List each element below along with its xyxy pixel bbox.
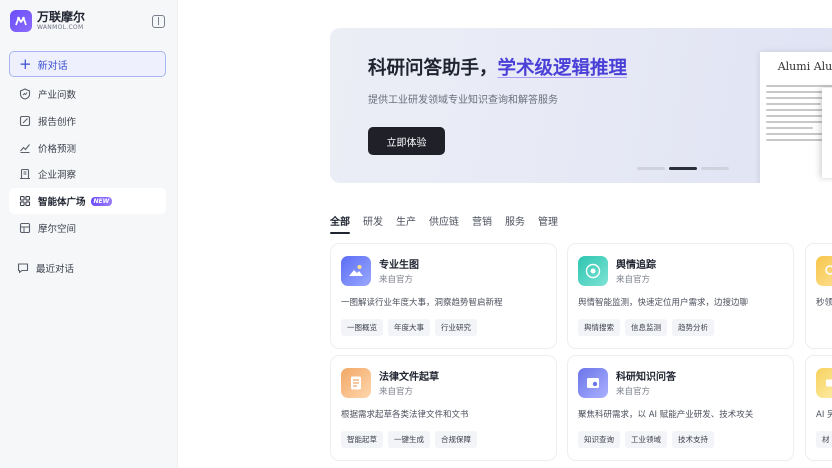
legal-document-icon: [341, 368, 371, 398]
sidebar-item-report[interactable]: 报告创作: [9, 108, 166, 134]
brand-name: 万联摩尔: [37, 10, 86, 24]
card-source: 来自官方: [379, 387, 414, 397]
card-tag: 一图概览: [341, 319, 383, 336]
chat-history-icon: [16, 261, 30, 275]
new-chat-label: 新对话: [37, 60, 68, 72]
carousel-dots: [637, 167, 729, 170]
card-tag: 行业研究: [435, 319, 477, 336]
brand[interactable]: 万联摩尔 WANMOL.COM: [10, 10, 85, 32]
card-tag: 技术支持: [672, 431, 714, 448]
card-title: 法律文件起草: [379, 372, 439, 383]
sidebar-item-label: 智能体广场: [38, 197, 86, 209]
banner-title: 科研问答助手，学术级逻辑推理: [368, 58, 628, 79]
sidebar-nav: 产业问数 报告创作 价格预测 企业洞察 智能体广场 NEW 摩尔空间: [9, 81, 166, 242]
sidebar-item-enterprise-insight[interactable]: 企业洞察: [9, 161, 166, 187]
sidebar-item-label: 摩尔空间: [38, 223, 77, 235]
edit-icon: [18, 114, 32, 128]
carousel-dot[interactable]: [637, 167, 665, 170]
sidebar-item-label: 报告创作: [38, 116, 77, 128]
building-icon: [18, 167, 32, 181]
chart-shield-icon: [18, 87, 32, 101]
card-description: 一图解读行业年度大事，洞察趋势智启新程: [341, 298, 503, 308]
card-tag: 工业领域: [625, 431, 667, 448]
trend-icon: [18, 141, 32, 155]
card-title: 专业生图: [379, 260, 419, 271]
card-tag: 材: [816, 431, 832, 448]
card-description: 根据需求起草各类法律文件和文书: [341, 410, 469, 420]
carousel-dot-active[interactable]: [669, 167, 697, 170]
card-description: AI 另: [816, 410, 832, 420]
card-title: 舆情追踪: [616, 260, 656, 271]
card-tag: 合规保障: [435, 431, 477, 448]
sidebar-item-label: 企业洞察: [38, 170, 77, 182]
sidebar: 万联摩尔 WANMOL.COM + 新对话 产业问数 报告创作 价格预测 企业洞…: [0, 0, 178, 468]
research-book-icon: [578, 368, 608, 398]
paper-title: Alumi Alu: [777, 60, 832, 73]
agent-card-partial-2[interactable]: AI 另 材: [805, 355, 832, 461]
search-agent-icon: [816, 256, 832, 286]
tab-all[interactable]: 全部: [330, 213, 350, 234]
agent-card-legal[interactable]: 法律文件起草 来自官方 根据需求起草各类法律文件和文书 智能起草 一键生成 合规…: [330, 355, 557, 461]
agent-card-sentiment[interactable]: 舆情追踪 来自官方 舆情智能监测，快速定位用户需求，边搜边聊 舆情搜索 信息监测…: [567, 243, 794, 349]
card-tag: 知识查询: [578, 431, 620, 448]
card-source: 来自官方: [616, 387, 651, 397]
sentiment-radar-icon: [578, 256, 608, 286]
grid-icon: [18, 194, 32, 208]
category-tabs: 全部 研发 生产 供应链 营销 服务 管理: [330, 213, 571, 234]
card-tag: 智能起草: [341, 431, 383, 448]
new-chat-button[interactable]: + 新对话: [9, 51, 166, 77]
try-now-button[interactable]: 立即体验: [368, 127, 445, 155]
card-tag: 年度大事: [388, 319, 430, 336]
card-source: 来自官方: [616, 275, 651, 285]
card-tag: 舆情搜索: [578, 319, 620, 336]
brand-subtitle: WANMOL.COM: [37, 24, 84, 31]
sidebar-item-mole-space[interactable]: 摩尔空间: [9, 215, 166, 241]
plus-icon: +: [19, 54, 32, 73]
carousel-dot[interactable]: [701, 167, 729, 170]
banner-title-highlight: 学术级逻辑推理: [497, 58, 628, 79]
sidebar-item-agent-plaza[interactable]: 智能体广场 NEW: [9, 188, 166, 215]
sidebar-item-label: 产业问数: [38, 90, 77, 101]
card-source: 来自官方: [379, 275, 414, 285]
brand-logo-icon: [10, 10, 32, 32]
tab-service[interactable]: 服务: [505, 213, 525, 234]
tab-marketing[interactable]: 营销: [472, 213, 492, 234]
sidebar-collapse-icon[interactable]: [152, 15, 165, 28]
image-gen-icon: [341, 256, 371, 286]
card-tag: 一键生成: [388, 431, 430, 448]
folder-icon: [18, 221, 32, 235]
paper-preview-second: [822, 88, 832, 178]
agent-card-research-qa[interactable]: 科研知识问答 来自官方 聚焦科研需求，以 AI 赋能产业研发、技术攻关 知识查询…: [567, 355, 794, 461]
agent-card-image-gen[interactable]: 专业生图 来自官方 一图解读行业年度大事，洞察趋势智启新程 一图概览 年度大事 …: [330, 243, 557, 349]
tab-production[interactable]: 生产: [396, 213, 416, 234]
sidebar-item-price-forecast[interactable]: 价格预测: [9, 135, 166, 161]
card-tag: 趋势分析: [672, 319, 714, 336]
banner-subtitle: 提供工业研发领域专业知识查询和解答服务: [368, 95, 558, 106]
card-description: 秒领: [816, 298, 832, 308]
card-description: 舆情智能监测，快速定位用户需求，边搜边聊: [578, 298, 749, 308]
new-badge: NEW: [90, 196, 113, 206]
tab-supply-chain[interactable]: 供应链: [429, 213, 459, 234]
card-tag: 信息监测: [625, 319, 667, 336]
tab-management[interactable]: 管理: [538, 213, 558, 234]
tab-rnd[interactable]: 研发: [363, 213, 383, 234]
sidebar-item-industry-data[interactable]: 产业问数: [9, 81, 166, 107]
sidebar-item-label: 价格预测: [38, 143, 77, 155]
recent-chats-label: 最近对话: [36, 264, 75, 275]
recent-chats[interactable]: 最近对话: [9, 255, 166, 281]
agent-card-partial[interactable]: 秒领: [805, 243, 832, 349]
card-description: 聚焦科研需求，以 AI 赋能产业研发、技术攻关: [578, 410, 754, 420]
card-title: 科研知识问答: [616, 372, 676, 383]
envelope-icon: [816, 368, 832, 398]
hero-banner[interactable]: 科研问答助手，学术级逻辑推理 提供工业研发领域专业知识查询和解答服务 立即体验 …: [330, 28, 832, 183]
